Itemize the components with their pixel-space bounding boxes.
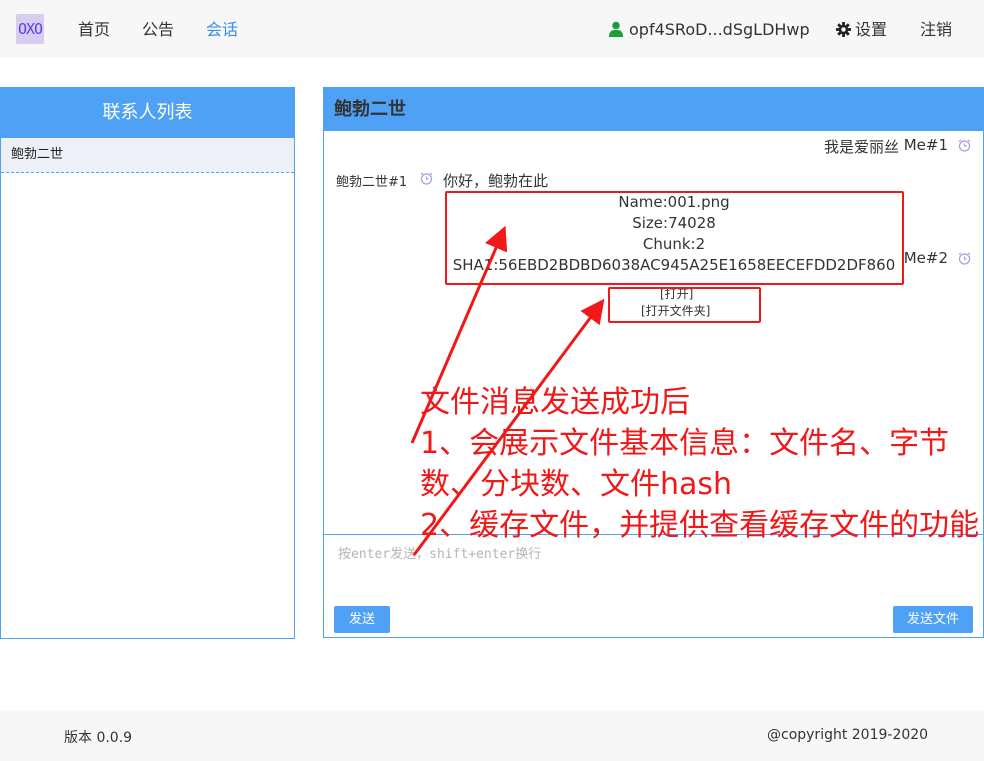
annotation-arrows — [410, 225, 605, 556]
version-label: 版本 0.0.9 — [64, 730, 133, 746]
copyright-label: @copyright 2019-2020 — [767, 727, 929, 743]
annotation-text: 文件消息发送成功后 1、会展示文件基本信息：文件名、字节数、分块数、文件hash… — [420, 382, 980, 546]
annotation-line: 文件消息发送成功后 — [420, 385, 690, 420]
annotation-line: 2、缓存文件，并提供查看缓存文件的功能 — [420, 508, 980, 543]
annotation-line: 1、会展示文件基本信息：文件名、字节数、分块数、文件hash — [420, 426, 950, 502]
footer: 版本 0.0.9 @copyright 2019-2020 — [0, 711, 984, 761]
